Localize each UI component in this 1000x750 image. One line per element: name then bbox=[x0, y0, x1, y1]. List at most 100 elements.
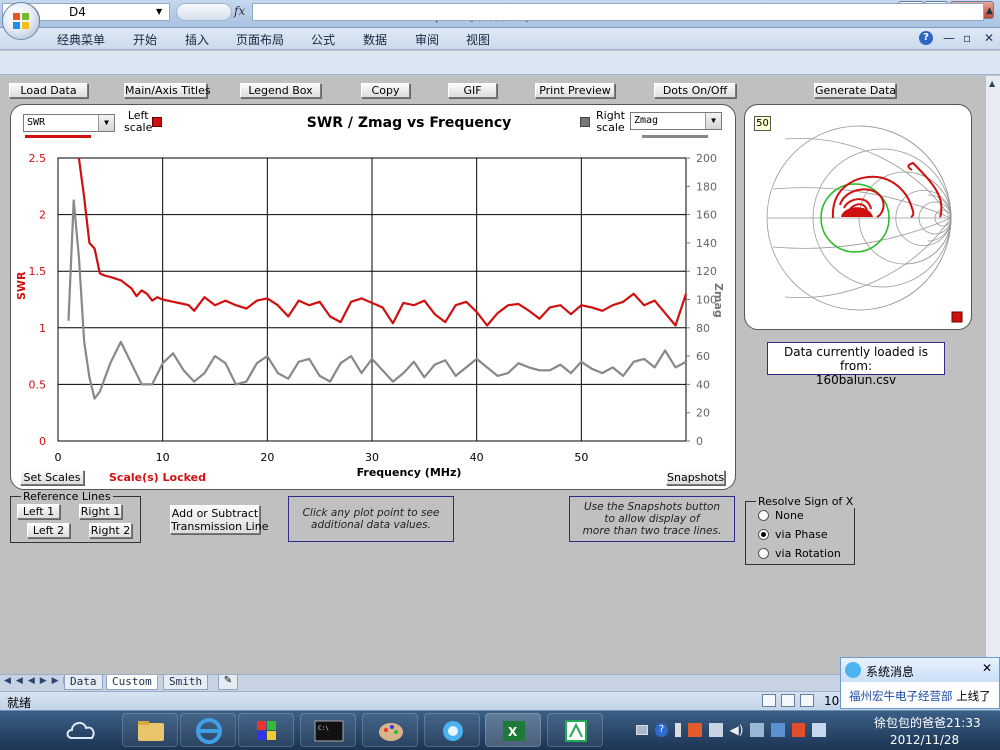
notification-header: 系统消息 ✕ bbox=[841, 658, 999, 682]
menu-classic[interactable]: 经典菜单 bbox=[57, 31, 105, 48]
y2-tick-label: 120 bbox=[696, 265, 717, 278]
tab-custom[interactable]: Custom bbox=[106, 675, 158, 690]
insert-function-icon[interactable]: fx bbox=[234, 4, 245, 18]
menu-insert[interactable]: 插入 bbox=[185, 31, 209, 48]
menu-page-layout[interactable]: 页面布局 bbox=[236, 31, 284, 48]
taskbar-ie[interactable] bbox=[180, 713, 236, 747]
radio-none-circle[interactable] bbox=[758, 510, 769, 521]
right-axis-title: Zmag bbox=[712, 283, 725, 318]
flag-tray-icon[interactable] bbox=[791, 723, 806, 737]
menu-review[interactable]: 审阅 bbox=[415, 31, 439, 48]
scroll-up-icon[interactable]: ▲ bbox=[989, 79, 995, 88]
cloud-icon[interactable] bbox=[64, 716, 100, 742]
radio-none[interactable]: None bbox=[758, 509, 804, 522]
radio-via-phase-label: via Phase bbox=[775, 528, 828, 541]
notification-link[interactable]: 福州宏牛电子经营部 bbox=[849, 689, 953, 703]
user-name: 徐包包的爸爸 bbox=[874, 716, 947, 730]
y2-tick-label: 160 bbox=[696, 209, 717, 222]
radio-via-phase[interactable]: via Phase bbox=[758, 528, 828, 541]
smith-chart[interactable]: 50 bbox=[744, 104, 972, 330]
radio-via-phase-circle[interactable] bbox=[758, 529, 769, 540]
y-tick-label: 0.5 bbox=[29, 378, 47, 391]
name-box-dropdown-icon[interactable]: ▼ bbox=[156, 7, 162, 16]
menu-formulas[interactable]: 公式 bbox=[311, 31, 335, 48]
clock-date[interactable]: 2012/11/28 bbox=[890, 733, 959, 747]
notification-text: 上线了 bbox=[956, 689, 991, 703]
ribbon-restore-icon[interactable]: ▫ bbox=[963, 31, 971, 45]
tab-data[interactable]: Data bbox=[64, 675, 103, 690]
transmission-line-button[interactable]: Add or Subtract Transmission Line bbox=[170, 505, 268, 534]
clock-time[interactable]: 21:33 bbox=[946, 716, 981, 730]
radio-via-rotation[interactable]: via Rotation bbox=[758, 547, 841, 560]
page-layout-view-icon[interactable] bbox=[781, 694, 795, 707]
network-tray-icon[interactable] bbox=[750, 723, 765, 737]
formula-expand-icon[interactable]: ▲ bbox=[986, 6, 993, 16]
gif-button[interactable]: GIF bbox=[448, 83, 497, 98]
formula-bar-splitter[interactable] bbox=[176, 3, 232, 21]
y2-tick-label: 140 bbox=[696, 237, 717, 250]
smith-color-box[interactable] bbox=[951, 311, 963, 323]
smith-trace-fill bbox=[841, 207, 873, 217]
taskbar-app-color[interactable] bbox=[238, 713, 294, 747]
taskbar-console[interactable]: C:\ bbox=[300, 713, 356, 747]
x-tick-label: 50 bbox=[574, 451, 588, 464]
left2-button[interactable]: Left 2 bbox=[27, 523, 70, 538]
click-hint-box: Click any plot point to see additional d… bbox=[288, 496, 454, 542]
ribbon-minimize-icon[interactable]: — bbox=[943, 31, 955, 45]
left1-button[interactable]: Left 1 bbox=[17, 504, 60, 519]
insert-sheet-icon[interactable]: ✎ bbox=[218, 675, 238, 690]
formula-input[interactable] bbox=[252, 3, 984, 21]
x-tick-label: 30 bbox=[365, 451, 379, 464]
vertical-scrollbar[interactable]: ▲ ▼ bbox=[985, 76, 1000, 674]
data-source-label: Data currently loaded is from: bbox=[783, 345, 929, 373]
main-axis-titles-button[interactable]: Main/Axis Titles bbox=[124, 83, 211, 98]
taskbar-visio[interactable] bbox=[547, 713, 603, 747]
page-break-view-icon[interactable] bbox=[800, 694, 814, 707]
taskbar-excel[interactable]: X bbox=[485, 713, 541, 747]
zoom-level[interactable]: 10 bbox=[824, 694, 839, 708]
set-scales-button[interactable]: Set Scales bbox=[20, 470, 84, 485]
click-hint-line2: additional data values. bbox=[311, 519, 431, 531]
usb-tray-icon[interactable] bbox=[708, 723, 723, 737]
transmission-line-label-1: Add or Subtract bbox=[171, 507, 259, 520]
office-button[interactable] bbox=[2, 2, 40, 40]
swr-zmag-chart[interactable]: SWR ▼ Left scale SWR / Zmag vs Frequency… bbox=[10, 104, 736, 490]
menu-view[interactable]: 视图 bbox=[466, 31, 490, 48]
right1-button[interactable]: Right 1 bbox=[79, 504, 122, 519]
status-ready: 就绪 bbox=[7, 696, 32, 710]
taskbar-explorer[interactable] bbox=[122, 713, 178, 747]
notification-popup[interactable]: 系统消息 ✕ 福州宏牛电子经营部 上线了 bbox=[840, 657, 1000, 709]
help-icon[interactable]: ? bbox=[919, 31, 933, 45]
ribbon-close-icon[interactable]: ✕ bbox=[984, 31, 994, 45]
dots-onoff-button[interactable]: Dots On/Off bbox=[654, 83, 736, 98]
snapshots-button[interactable]: Snapshots bbox=[666, 470, 725, 485]
smith-grid bbox=[766, 125, 963, 323]
keyboard-tray-icon[interactable] bbox=[636, 725, 648, 735]
load-data-button[interactable]: Load Data bbox=[9, 83, 88, 98]
generate-data-button[interactable]: Generate Data bbox=[814, 83, 896, 98]
help-tray-icon[interactable]: ? bbox=[654, 723, 669, 737]
volume-tray-icon[interactable]: ◀) bbox=[730, 723, 744, 737]
ime-tray-icon[interactable] bbox=[812, 723, 826, 737]
normal-view-icon[interactable] bbox=[762, 694, 776, 707]
copy-button[interactable]: Copy bbox=[361, 83, 410, 98]
menu-data[interactable]: 数据 bbox=[363, 31, 387, 48]
notification-close-icon[interactable]: ✕ bbox=[982, 661, 992, 675]
legend-box-button[interactable]: Legend Box bbox=[240, 83, 321, 98]
taskbar-paint[interactable] bbox=[362, 713, 418, 747]
monitor-tray-icon[interactable] bbox=[771, 723, 785, 737]
svg-text:X: X bbox=[508, 725, 518, 739]
print-preview-button[interactable]: Print Preview bbox=[535, 83, 615, 98]
taskbar-qq[interactable] bbox=[424, 713, 480, 747]
menu-home[interactable]: 开始 bbox=[133, 31, 157, 48]
office-logo-icon bbox=[13, 13, 29, 29]
snapshot-hint-line1: Use the Snapshots button bbox=[583, 501, 721, 513]
data-source-file: 160balun.csv bbox=[815, 373, 897, 387]
snapshot-hint-line2: to allow display of bbox=[604, 513, 700, 525]
paint-icon bbox=[379, 723, 403, 741]
radio-via-rotation-circle[interactable] bbox=[758, 548, 769, 559]
app-tray-icon[interactable] bbox=[688, 723, 702, 737]
plot-area[interactable]: 0 10 20 30 40 5000.511.522.502040608010012014… bbox=[11, 105, 736, 490]
right2-button[interactable]: Right 2 bbox=[89, 523, 132, 538]
tab-smith[interactable]: Smith bbox=[163, 675, 209, 690]
